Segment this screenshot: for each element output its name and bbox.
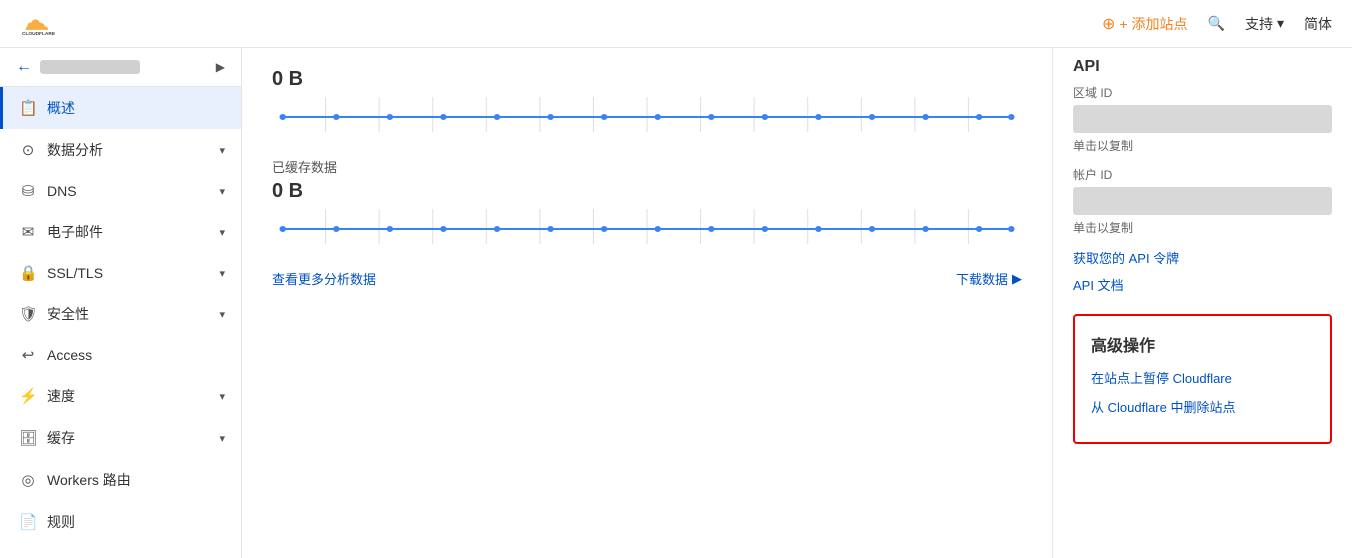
remove-site-link[interactable]: 从 Cloudflare 中删除站点 bbox=[1091, 397, 1314, 416]
speed-icon: ⚡ bbox=[19, 387, 37, 405]
support-arrow-icon: ▾ bbox=[1277, 15, 1284, 32]
expand-arrow-icon: ▾ bbox=[219, 267, 225, 280]
workers-icon: ◎ bbox=[19, 471, 37, 489]
domain-arrow-icon: ▶ bbox=[216, 60, 225, 74]
advanced-operations-section: 高级操作 在站点上暂停 Cloudflare 从 Cloudflare 中删除站… bbox=[1073, 314, 1332, 444]
chart-value-top: 0 B bbox=[272, 68, 1022, 91]
main-content: 0 B bbox=[242, 48, 1052, 558]
sidebar-item-access[interactable]: ↩ Access bbox=[0, 335, 241, 375]
sidebar-item-email[interactable]: ✉ 电子邮件 ▾ bbox=[0, 211, 241, 253]
top-nav-right: ⊕ + 添加站点 🔍 支持 ▾ 简体 bbox=[1102, 14, 1332, 34]
sidebar-item-label: 规则 bbox=[47, 512, 225, 532]
language-label: 简体 bbox=[1304, 14, 1332, 34]
email-icon: ✉ bbox=[19, 223, 37, 241]
top-nav: CLOUDFLARE ⊕ + 添加站点 🔍 支持 ▾ 简体 bbox=[0, 0, 1352, 48]
zone-copy-label[interactable]: 单击以复制 bbox=[1073, 137, 1332, 154]
chart-svg-top bbox=[272, 97, 1022, 137]
api-title: API bbox=[1073, 48, 1332, 76]
back-arrow-icon: ← bbox=[16, 58, 32, 76]
sidebar-item-security[interactable]: 🛡 安全性 ▾ bbox=[0, 293, 241, 335]
expand-arrow-icon: ▾ bbox=[219, 390, 225, 403]
sidebar-item-label: DNS bbox=[47, 183, 209, 199]
pause-cloudflare-link[interactable]: 在站点上暂停 Cloudflare bbox=[1091, 368, 1314, 387]
sidebar-item-label: 缓存 bbox=[47, 428, 209, 448]
dns-icon: ⛁ bbox=[19, 182, 37, 200]
support-label: 支持 bbox=[1245, 14, 1273, 34]
sidebar-item-speed[interactable]: ⚡ 速度 ▾ bbox=[0, 375, 241, 417]
cached-label: 已缓存数据 bbox=[272, 157, 1022, 176]
access-icon: ↩ bbox=[19, 346, 37, 364]
sidebar-item-cache[interactable]: 🗄 缓存 ▾ bbox=[0, 417, 241, 459]
add-site-label: + 添加站点 bbox=[1119, 14, 1187, 34]
chart-section-top: 0 B bbox=[272, 68, 1022, 137]
chart-links: 查看更多分析数据 下载数据 ▶ bbox=[272, 269, 1022, 288]
svg-text:CLOUDFLARE: CLOUDFLARE bbox=[22, 31, 56, 37]
sidebar-item-analytics[interactable]: ⊙ 数据分析 ▾ bbox=[0, 129, 241, 171]
sidebar-item-label: 电子邮件 bbox=[47, 222, 209, 242]
analytics-icon: ⊙ bbox=[19, 141, 37, 159]
support-button[interactable]: 支持 ▾ bbox=[1245, 14, 1284, 34]
account-id-value bbox=[1073, 187, 1332, 215]
sidebar-item-label: 概述 bbox=[47, 98, 225, 118]
language-button[interactable]: 简体 bbox=[1304, 14, 1332, 34]
account-id-label: 帐户 ID bbox=[1073, 166, 1332, 183]
sidebar-item-label: 速度 bbox=[47, 386, 209, 406]
logo: CLOUDFLARE bbox=[20, 10, 60, 38]
chart-container-top bbox=[272, 97, 1022, 137]
account-copy-label[interactable]: 单击以复制 bbox=[1073, 219, 1332, 236]
add-site-button[interactable]: ⊕ + 添加站点 bbox=[1102, 14, 1187, 34]
main-layout: ← ▶ 📋 概述 ⊙ 数据分析 ▾ ⛁ DNS ▾ ✉ 电子邮件 ▾ bbox=[0, 48, 1352, 558]
domain-placeholder bbox=[40, 60, 140, 74]
zone-id-label: 区域 ID bbox=[1073, 84, 1332, 101]
sidebar: ← ▶ 📋 概述 ⊙ 数据分析 ▾ ⛁ DNS ▾ ✉ 电子邮件 ▾ bbox=[0, 48, 242, 558]
cloudflare-logo: CLOUDFLARE bbox=[20, 10, 60, 38]
security-icon: 🛡 bbox=[19, 305, 37, 323]
right-panel: API 区域 ID 单击以复制 帐户 ID 单击以复制 获取您的 API 令牌 … bbox=[1052, 48, 1352, 558]
overview-icon: 📋 bbox=[19, 99, 37, 117]
api-section: API 区域 ID 单击以复制 帐户 ID 单击以复制 获取您的 API 令牌 … bbox=[1073, 48, 1332, 294]
zone-id-value bbox=[1073, 105, 1332, 133]
search-button[interactable]: 🔍 bbox=[1208, 15, 1225, 32]
sidebar-item-label: Access bbox=[47, 347, 225, 363]
sidebar-item-dns[interactable]: ⛁ DNS ▾ bbox=[0, 171, 241, 211]
ssl-icon: 🔒 bbox=[19, 264, 37, 282]
sidebar-item-label: Workers 路由 bbox=[47, 470, 225, 490]
expand-arrow-icon: ▾ bbox=[219, 226, 225, 239]
sidebar-item-overview[interactable]: 📋 概述 bbox=[0, 87, 241, 129]
chart-value-cached: 0 B bbox=[272, 180, 1022, 203]
cache-icon: 🗄 bbox=[19, 429, 37, 447]
expand-arrow-icon: ▾ bbox=[219, 144, 225, 157]
sidebar-item-workers[interactable]: ◎ Workers 路由 bbox=[0, 459, 241, 501]
view-more-analytics-link[interactable]: 查看更多分析数据 bbox=[272, 269, 376, 288]
get-api-token-link[interactable]: 获取您的 API 令牌 bbox=[1073, 248, 1332, 267]
top-nav-left: CLOUDFLARE bbox=[20, 10, 60, 38]
chart-section-cached: 已缓存数据 0 B bbox=[272, 157, 1022, 249]
sidebar-back[interactable]: ← ▶ bbox=[0, 48, 241, 87]
sidebar-item-label: 数据分析 bbox=[47, 140, 209, 160]
plus-icon: ⊕ bbox=[1102, 14, 1115, 34]
chart-container-cached bbox=[272, 209, 1022, 249]
sidebar-item-rules[interactable]: 📄 规则 bbox=[0, 501, 241, 543]
advanced-ops-title: 高级操作 bbox=[1091, 332, 1314, 356]
sidebar-item-label: 安全性 bbox=[47, 304, 209, 324]
expand-arrow-icon: ▾ bbox=[219, 185, 225, 198]
expand-arrow-icon: ▾ bbox=[219, 432, 225, 445]
download-data-link[interactable]: 下载数据 ▶ bbox=[956, 269, 1022, 288]
expand-arrow-icon: ▾ bbox=[219, 308, 225, 321]
chart-svg-cached bbox=[272, 209, 1022, 249]
sidebar-item-label: SSL/TLS bbox=[47, 265, 209, 281]
sidebar-item-ssl[interactable]: 🔒 SSL/TLS ▾ bbox=[0, 253, 241, 293]
api-docs-link[interactable]: API 文档 bbox=[1073, 275, 1332, 294]
download-label: 下载数据 bbox=[956, 269, 1008, 288]
download-arrow-icon: ▶ bbox=[1012, 271, 1022, 287]
search-icon: 🔍 bbox=[1208, 15, 1225, 32]
rules-icon: 📄 bbox=[19, 513, 37, 531]
